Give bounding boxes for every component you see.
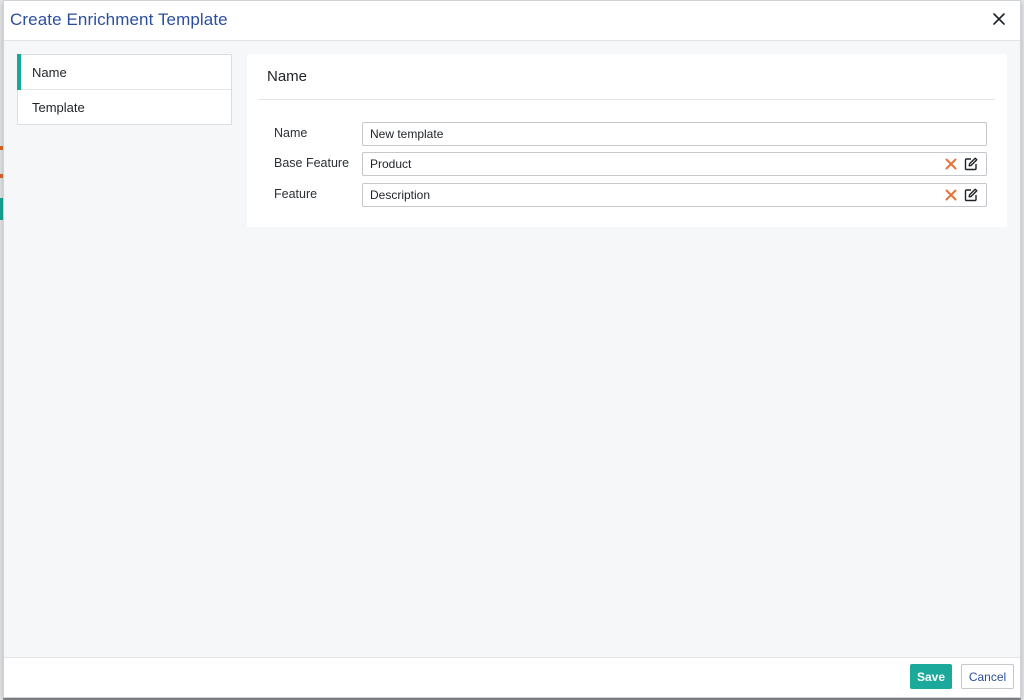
name-panel: Name Name Base Feature Product [247,54,1007,227]
nav-item-template[interactable]: Template [18,90,231,125]
panel-title: Name [267,68,308,85]
cancel-button[interactable]: Cancel [961,664,1014,689]
clear-x-icon[interactable] [944,157,958,171]
close-icon[interactable] [990,10,1008,28]
clear-x-icon[interactable] [944,188,958,202]
dialog-header: Create Enrichment Template [4,1,1020,41]
feature-label: Feature [274,187,318,201]
name-input[interactable] [370,127,870,141]
nav-item-name[interactable]: Name [17,54,231,90]
dialog-footer: Save Cancel [4,657,1020,697]
name-row: Name [274,122,987,146]
panel-divider [259,99,995,100]
feature-field[interactable]: Description [362,183,987,207]
base-feature-field[interactable]: Product [362,152,987,176]
create-template-dialog: Create Enrichment Template Name Template… [3,0,1021,698]
step-nav: Name Template [17,54,232,125]
base-feature-label: Base Feature [274,156,350,170]
feature-value: Description [370,188,431,202]
base-feature-row: Base Feature Product [274,152,987,176]
edit-icon[interactable] [964,157,978,171]
save-button[interactable]: Save [910,664,952,689]
dialog-title: Create Enrichment Template [10,10,228,29]
edit-icon[interactable] [964,188,978,202]
feature-row: Feature Description [274,183,987,207]
name-field[interactable] [362,122,987,146]
name-label: Name [274,126,308,140]
base-feature-value: Product [370,157,412,171]
